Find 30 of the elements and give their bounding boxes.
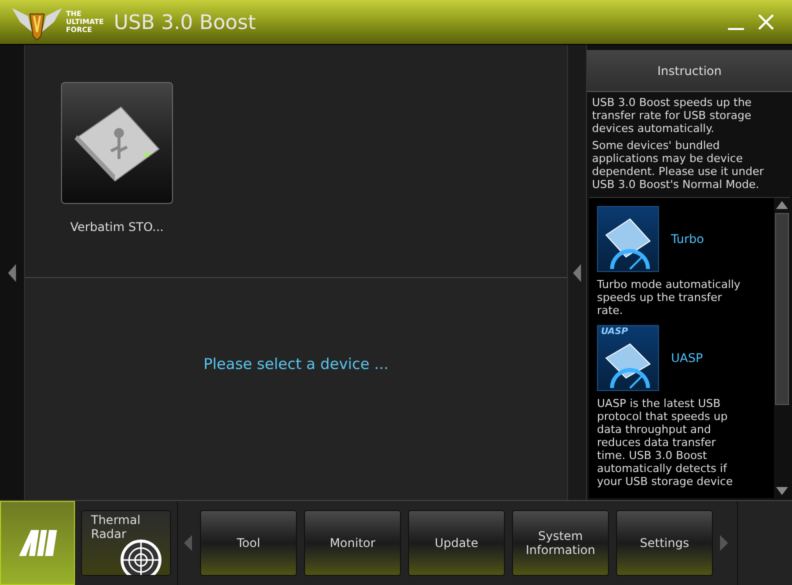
mode-description: UASP is the latest USB protocol that speeds up data throughput and reduces data transfer time. USB 3.0 Boost automatically detects if your USB storage device xyxy=(597,397,734,488)
device-label[interactable]: Verbatim STO... xyxy=(70,218,164,236)
left-arrow-icon[interactable] xyxy=(573,264,581,282)
left-arrow-icon[interactable] xyxy=(184,535,192,551)
mode-name: Turbo xyxy=(671,231,704,248)
radar-icon xyxy=(120,539,162,575)
nav-button[interactable]: Settings xyxy=(616,510,713,576)
mode-description: Turbo mode automatically speeds up the transfer rate. xyxy=(597,278,742,317)
close-icon[interactable] xyxy=(758,14,774,30)
scroll-up-arrow-icon[interactable] xyxy=(776,201,788,209)
drive-tile[interactable] xyxy=(61,82,173,204)
nav-button[interactable]: Monitor xyxy=(304,510,401,576)
badge-label: UASP xyxy=(601,326,628,339)
nav-button[interactable]: Update xyxy=(408,510,505,576)
instruction-text: USB 3.0 Boost speeds up the transfer rate for USB storage devices automatically. xyxy=(592,96,753,135)
nav-button[interactable]: Tool xyxy=(200,510,297,576)
instruction-text: Some devices' bundled applications may be device dependent. Please use it under USB 3.0 Boost's Normal Mode. xyxy=(592,139,765,191)
status-message: Please select a device ... xyxy=(203,354,389,375)
thermal-radar-button[interactable]: Thermal Radar xyxy=(81,510,171,576)
left-arrow-icon[interactable] xyxy=(8,264,16,282)
ai-logo-icon xyxy=(16,530,58,556)
window-title: USB 3.0 Boost xyxy=(114,9,256,36)
ai-suite-button[interactable] xyxy=(0,501,75,585)
scrollbar-thumb[interactable] xyxy=(775,213,789,405)
scroll-down-arrow-icon[interactable] xyxy=(776,487,788,495)
mode-name: UASP xyxy=(671,350,703,367)
nav-button[interactable]: System Information xyxy=(512,510,609,576)
right-arrow-icon[interactable] xyxy=(720,535,728,551)
scrollbar[interactable] xyxy=(774,198,790,498)
instruction-header: Instruction xyxy=(587,50,792,92)
